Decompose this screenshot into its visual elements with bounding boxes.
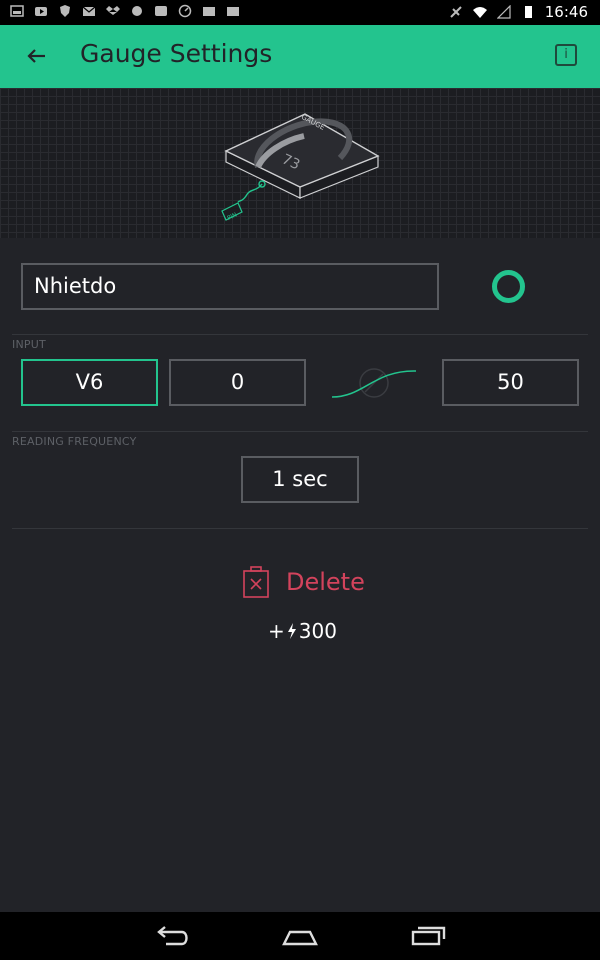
app-icon xyxy=(132,6,142,16)
status-bar: 16:46 xyxy=(0,0,600,25)
cost-prefix: + xyxy=(268,619,285,643)
mail-icon xyxy=(82,6,96,16)
divider xyxy=(12,334,588,335)
divider xyxy=(12,528,588,529)
upload-icon xyxy=(227,7,239,16)
widget-preview: 73 GAUGE PIN xyxy=(0,88,600,238)
nav-back-icon[interactable] xyxy=(152,922,192,950)
zalo-icon xyxy=(155,6,167,16)
nav-recents-icon[interactable] xyxy=(408,922,448,950)
timer-icon xyxy=(178,4,192,18)
youtube-icon xyxy=(35,7,47,16)
delete-label: Delete xyxy=(286,568,365,596)
energy-bolt-icon xyxy=(287,623,296,639)
signal-icon xyxy=(496,5,511,19)
widget-name-field[interactable]: Nhietdo xyxy=(21,263,439,310)
page-title: Gauge Settings xyxy=(80,39,273,68)
app-bar: Gauge Settings i xyxy=(0,25,600,88)
reading-frequency-selector[interactable]: 1 sec xyxy=(241,456,359,503)
download-icon xyxy=(203,7,215,16)
no-sound-icon xyxy=(450,6,462,18)
clock: 16:46 xyxy=(544,3,588,21)
notification-icons xyxy=(10,4,240,18)
pin-selector[interactable]: V6 xyxy=(21,359,158,406)
system-icons: 16:46 xyxy=(449,3,588,21)
gallery-icon xyxy=(10,5,24,17)
battery-icon xyxy=(524,6,532,18)
shield-icon xyxy=(60,5,70,17)
gauge-widget-illustration: 73 GAUGE PIN xyxy=(221,113,380,222)
energy-cost: + 300 xyxy=(268,619,337,643)
trash-icon xyxy=(243,566,269,598)
navigation-bar xyxy=(0,912,600,960)
wifi-icon xyxy=(472,7,487,18)
delete-button[interactable]: Delete xyxy=(242,566,365,598)
input-section-label: INPUT xyxy=(12,338,46,351)
info-icon[interactable]: i xyxy=(555,44,577,66)
cost-amount: 300 xyxy=(298,619,337,643)
color-picker-button[interactable] xyxy=(492,270,525,303)
dropbox-icon xyxy=(106,6,120,15)
back-arrow-icon[interactable] xyxy=(24,42,52,70)
nav-home-icon[interactable] xyxy=(280,922,320,950)
divider xyxy=(12,431,588,432)
min-value-field[interactable]: 0 xyxy=(169,359,306,406)
max-value-field[interactable]: 50 xyxy=(442,359,579,406)
mapping-curve-icon[interactable] xyxy=(330,362,418,402)
reading-frequency-label: READING FREQUENCY xyxy=(12,435,137,448)
